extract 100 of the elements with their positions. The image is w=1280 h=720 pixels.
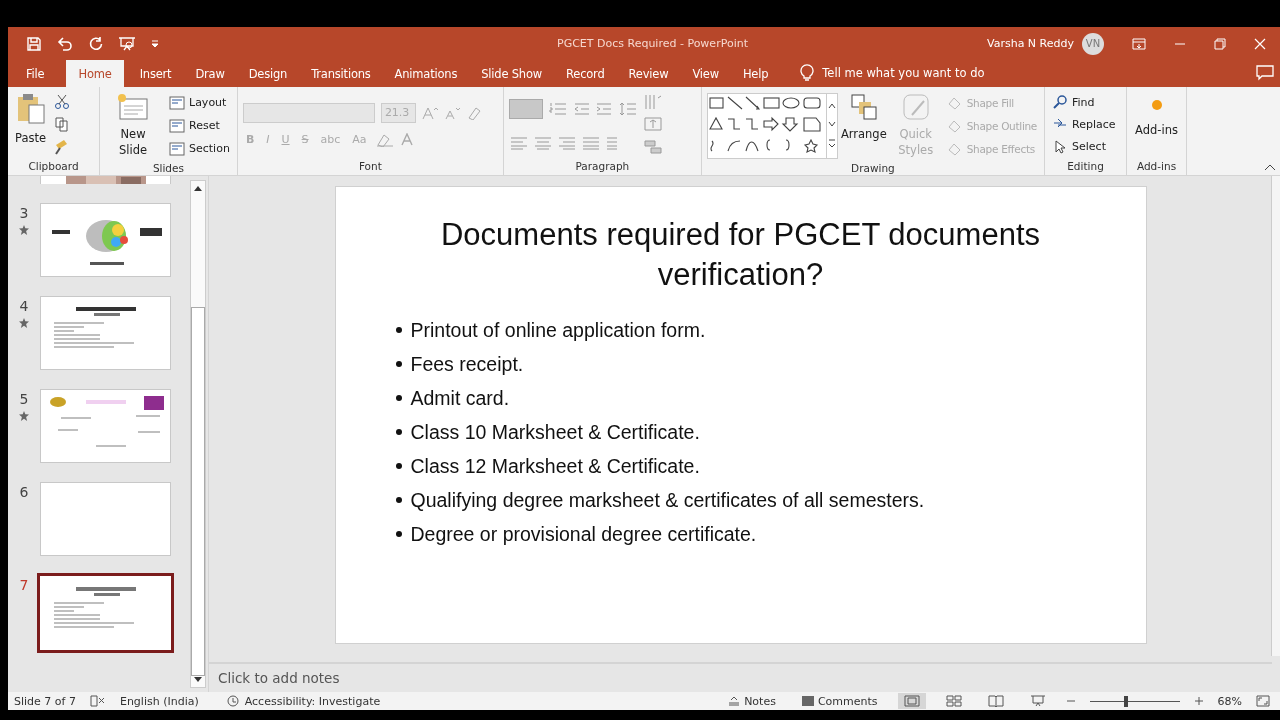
new-slide-icon (117, 93, 149, 121)
fit-slide-icon[interactable] (1256, 695, 1270, 707)
slide-layout-icon (169, 95, 185, 110)
editing-icon (1052, 95, 1069, 110)
ribbon-button[interactable]: Replace (1050, 116, 1118, 133)
group-label: Add-ins (1136, 160, 1177, 173)
bullet-style-field[interactable] (508, 99, 543, 120)
spell-check-icon[interactable] (89, 695, 106, 707)
ribbon-tab[interactable]: File (8, 60, 63, 87)
bullet-item[interactable]: Class 12 Marksheet & Certificate. (410, 449, 700, 483)
add-ins-icon (1150, 99, 1163, 111)
language-indicator[interactable]: English (India) (119, 694, 199, 708)
ribbon-button[interactable]: Find (1050, 94, 1097, 111)
highlight-icon[interactable] (375, 132, 394, 147)
clipboard-icon (15, 93, 46, 125)
ribbon-button[interactable]: Select (1050, 138, 1108, 155)
shape-format-icon (946, 141, 963, 156)
bullet-icon (395, 429, 402, 435)
customize-icon[interactable] (150, 38, 160, 49)
comment-icon[interactable] (1256, 65, 1274, 81)
ribbon-button[interactable]: Section (167, 140, 232, 157)
bullet-item[interactable]: Printout of online application form. (410, 313, 706, 347)
restore-icon[interactable] (1214, 37, 1226, 50)
redo-icon[interactable] (88, 35, 104, 52)
shape-format-icon (946, 118, 963, 133)
slide-title[interactable]: Documents required for PGCET documents verification? (405, 215, 1076, 295)
slide-number: 7 (19, 577, 29, 593)
slide-layout-icon (169, 141, 185, 156)
slide-canvas[interactable] (334, 186, 1147, 644)
smartart-icon[interactable] (642, 138, 663, 155)
comment-icon (801, 696, 814, 706)
slide-layout-icon (169, 118, 185, 133)
user-avatar[interactable]: VN (1082, 32, 1104, 55)
ribbon-tab[interactable]: Draw (183, 60, 237, 87)
save-icon[interactable] (26, 35, 42, 52)
group-label: Paragraph (574, 160, 631, 173)
bullet-item[interactable]: Qualifying degree marksheet & certificates of all semesters. (410, 483, 925, 517)
ribbon-tab[interactable]: Animations (382, 60, 470, 87)
comments-button[interactable]: Comments (795, 693, 884, 709)
close-icon[interactable] (1254, 37, 1266, 50)
normal-view-icon[interactable] (897, 693, 926, 709)
cut-icon[interactable] (54, 94, 71, 111)
add-ins-button[interactable]: Add-ins (1133, 89, 1180, 160)
ribbon-tab[interactable]: View (680, 60, 731, 87)
bullet-icon (395, 497, 402, 503)
bullet-item[interactable]: Fees receipt. (410, 347, 524, 381)
group-label: Font (357, 160, 383, 173)
ribbon-display-icon[interactable] (1132, 37, 1146, 50)
font-color-icon[interactable] (399, 132, 414, 147)
zoom-in-icon[interactable] (1193, 696, 1204, 706)
ribbon-tab[interactable]: Review (616, 60, 681, 87)
accessibility-icon (226, 695, 241, 707)
grow-font-icon[interactable] (421, 105, 438, 120)
shapes-gallery[interactable] (706, 93, 838, 159)
ribbon-button[interactable]: Reset (167, 117, 222, 134)
slide-thumbnail[interactable] (37, 573, 174, 653)
slide-number: 4 (19, 298, 29, 314)
user-name[interactable]: Varsha N Reddy (987, 37, 1074, 50)
ribbon-tab[interactable]: Design (236, 60, 300, 87)
bullet-icon (395, 531, 402, 537)
slide-number: 6 (19, 484, 29, 500)
copy-icon[interactable] (54, 116, 71, 133)
shape-format-icon (946, 95, 963, 110)
ribbon-tab[interactable]: Help (730, 60, 781, 87)
window-title: PGCET Docs Required - PowerPoint (557, 37, 748, 50)
group-label: Editing (1066, 160, 1105, 173)
ribbon-button[interactable]: Layout (167, 94, 229, 111)
paste-button[interactable]: Paste (13, 89, 49, 160)
arrange-button[interactable]: Arrange (840, 89, 887, 163)
accessibility-button[interactable]: Accessibility: Investigate (226, 694, 381, 708)
group-label: Slides (151, 162, 185, 176)
bullet-icon (395, 463, 402, 469)
bullet-item[interactable]: Class 10 Marksheet & Certificate. (410, 415, 700, 449)
ribbon-tab[interactable]: Transitions (299, 60, 383, 87)
lightbulb-icon (800, 64, 815, 82)
tell-me-field[interactable]: Tell me what you want to do (822, 66, 985, 80)
undo-icon[interactable] (56, 35, 74, 52)
bullet-icon (395, 395, 402, 401)
ribbon-tab[interactable]: Slide Show (469, 60, 554, 87)
align-text-icon[interactable] (642, 116, 663, 133)
bullet-icon (395, 327, 402, 333)
editor-scrollbar[interactable] (1271, 176, 1280, 656)
ribbon-tab[interactable]: Record (554, 60, 617, 87)
zoom-level[interactable]: 68% (1217, 694, 1242, 708)
notes-icon (728, 696, 741, 706)
group-label: Clipboard (27, 160, 80, 173)
new-slide-button[interactable]: New Slide (105, 89, 161, 163)
collapse-ribbon-icon[interactable] (1264, 163, 1276, 171)
arrange-icon (849, 93, 878, 121)
ribbon-tab[interactable]: Insert (127, 60, 184, 87)
line-spacing-icon[interactable] (618, 102, 637, 117)
ribbon-tab[interactable]: Home (66, 60, 124, 87)
presentation-icon[interactable] (118, 35, 136, 52)
font-name-field[interactable] (242, 102, 375, 123)
bullet-item[interactable]: Admit card. (410, 381, 510, 415)
thumbnail-scrollbar[interactable] (190, 180, 206, 688)
slide-number: 5 (19, 391, 29, 407)
bullet-item[interactable]: Degree or provisional degree certificate. (410, 517, 757, 551)
scroll-up-icon[interactable] (193, 184, 203, 192)
notes-button[interactable]: Notes (722, 693, 782, 709)
